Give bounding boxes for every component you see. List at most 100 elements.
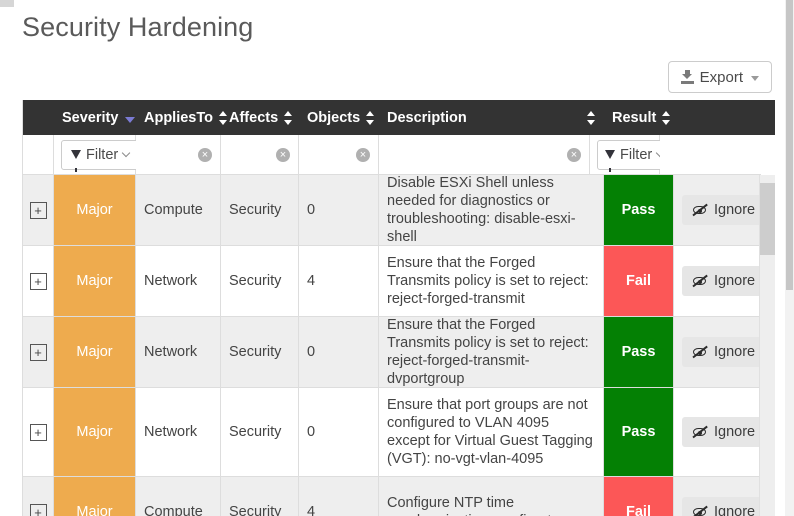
- export-button[interactable]: Export: [667, 61, 772, 93]
- affects-cell: Security: [221, 477, 299, 516]
- expand-row-icon[interactable]: +: [29, 503, 47, 516]
- sort-both-icon: [587, 110, 596, 125]
- expand-row-icon[interactable]: +: [29, 423, 47, 441]
- expand-row-icon[interactable]: +: [29, 201, 47, 219]
- severity-cell: Major: [54, 175, 136, 245]
- severity-cell: Major: [54, 317, 136, 387]
- eye-slash-icon: [692, 274, 708, 288]
- applies-to-cell: Network: [136, 317, 221, 387]
- column-header-affects[interactable]: Affects: [221, 100, 299, 135]
- clear-filter-icon[interactable]: ×: [198, 147, 212, 162]
- table-row[interactable]: + Major Network Security 0 Ensure that port g…: [23, 388, 775, 477]
- filter-cell-result: Filter: [590, 135, 672, 175]
- affects-cell: Security: [221, 388, 299, 476]
- eye-slash-icon: [692, 203, 708, 217]
- ignore-button[interactable]: Ignore: [682, 337, 766, 367]
- objects-cell: 0: [299, 388, 379, 476]
- page-scrollbar-thumb[interactable]: [786, 0, 793, 290]
- download-icon: [680, 70, 694, 84]
- eye-slash-icon: [692, 345, 708, 359]
- affects-cell: Security: [221, 175, 299, 245]
- ignore-button[interactable]: Ignore: [682, 195, 766, 225]
- security-hardening-page: Security Hardening Export Severity Appli…: [0, 0, 794, 516]
- page-title: Security Hardening: [22, 12, 254, 42]
- expand-row-icon[interactable]: +: [29, 343, 47, 361]
- column-header-action: [674, 100, 775, 135]
- eye-slash-icon: [692, 425, 708, 439]
- table-scrollbar-thumb[interactable]: [760, 183, 775, 255]
- clear-filter-icon[interactable]: ×: [567, 147, 581, 162]
- ignore-button[interactable]: Ignore: [682, 497, 766, 516]
- sort-both-icon: [662, 110, 670, 125]
- column-header-applies-to[interactable]: AppliesTo: [136, 100, 228, 135]
- ignore-button[interactable]: Ignore: [682, 266, 766, 296]
- ignore-button-label: Ignore: [714, 202, 756, 218]
- severity-cell: Major: [54, 477, 136, 516]
- table-header-row: Severity AppliesTo Affects Objects Descr…: [23, 100, 775, 135]
- ignore-button-label: Ignore: [714, 344, 756, 360]
- top-left-artifact: [0, 0, 14, 7]
- sort-both-icon: [284, 110, 292, 125]
- table-vertical-scrollbar[interactable]: [759, 175, 775, 516]
- ignore-button-label: Ignore: [714, 424, 756, 440]
- column-header-severity[interactable]: Severity: [54, 100, 136, 135]
- clear-filter-icon[interactable]: ×: [276, 147, 290, 162]
- result-badge: Pass: [604, 175, 674, 245]
- column-header-result[interactable]: Result: [604, 100, 674, 135]
- description-cell: Configure NTP time synchronization: conf…: [379, 477, 604, 516]
- applies-to-cell: Network: [136, 388, 221, 476]
- applies-to-cell: Network: [136, 246, 221, 316]
- filter-cell-description[interactable]: ×: [379, 135, 590, 175]
- eye-slash-icon: [692, 505, 708, 516]
- description-cell: Ensure that port groups are not configur…: [379, 388, 604, 476]
- objects-cell: 4: [299, 246, 379, 316]
- result-badge: Pass: [604, 317, 674, 387]
- filter-cell-objects[interactable]: ×: [299, 135, 379, 175]
- result-filter-label: Filter: [620, 146, 653, 163]
- export-button-label: Export: [699, 68, 743, 86]
- row-expand-cell[interactable]: +: [23, 175, 54, 245]
- funnel-icon: [71, 150, 81, 172]
- row-expand-cell[interactable]: +: [23, 246, 54, 316]
- result-badge: Pass: [604, 388, 674, 476]
- severity-cell: Major: [54, 246, 136, 316]
- table-row[interactable]: + Major Network Security 4 Ensure that the Fo…: [23, 246, 775, 317]
- objects-cell: 0: [299, 317, 379, 387]
- column-header-severity-label: Severity: [62, 109, 119, 126]
- row-expand-cell[interactable]: +: [23, 477, 54, 516]
- table-row[interactable]: + Major Compute Security 4 Configure NTP time…: [23, 477, 775, 516]
- severity-cell: Major: [54, 388, 136, 476]
- column-header-expander: [23, 100, 54, 135]
- applies-to-cell: Compute: [136, 477, 221, 516]
- filter-cell-affects[interactable]: ×: [221, 135, 299, 175]
- ignore-button-label: Ignore: [714, 273, 756, 289]
- affects-cell: Security: [221, 246, 299, 316]
- clear-filter-icon[interactable]: ×: [356, 147, 370, 162]
- page-vertical-scrollbar[interactable]: [785, 0, 794, 516]
- row-expand-cell[interactable]: +: [23, 388, 54, 476]
- result-badge: Fail: [604, 246, 674, 316]
- funnel-icon: [605, 150, 615, 172]
- column-header-description[interactable]: Description: [379, 100, 604, 135]
- column-header-objects[interactable]: Objects: [299, 100, 379, 135]
- filter-cell-applies-to[interactable]: ×: [136, 135, 221, 175]
- row-expand-cell[interactable]: +: [23, 317, 54, 387]
- column-header-affects-label: Affects: [229, 109, 279, 126]
- expand-row-icon[interactable]: +: [29, 272, 47, 290]
- severity-filter-button[interactable]: Filter: [61, 139, 140, 172]
- description-cell: Ensure that the Forged Transmits policy …: [379, 317, 604, 387]
- objects-cell: 0: [299, 175, 379, 245]
- filter-cell-severity: Filter: [54, 135, 140, 175]
- column-header-applies-to-label: AppliesTo: [144, 109, 214, 126]
- table-row[interactable]: + Major Compute Security 0 Disable ESXi Shell…: [23, 175, 775, 246]
- chevron-down-icon: [121, 148, 131, 158]
- ignore-button[interactable]: Ignore: [682, 417, 766, 447]
- findings-table: Severity AppliesTo Affects Objects Descr…: [22, 100, 775, 516]
- ignore-button-label: Ignore: [714, 504, 756, 516]
- table-row[interactable]: + Major Network Security 0 Ensure that the Fo…: [23, 317, 775, 388]
- sort-descending-icon: [125, 116, 136, 123]
- column-header-result-label: Result: [612, 109, 657, 126]
- filter-cell-action: [660, 135, 761, 175]
- applies-to-cell: Compute: [136, 175, 221, 245]
- severity-filter-label: Filter: [86, 146, 119, 163]
